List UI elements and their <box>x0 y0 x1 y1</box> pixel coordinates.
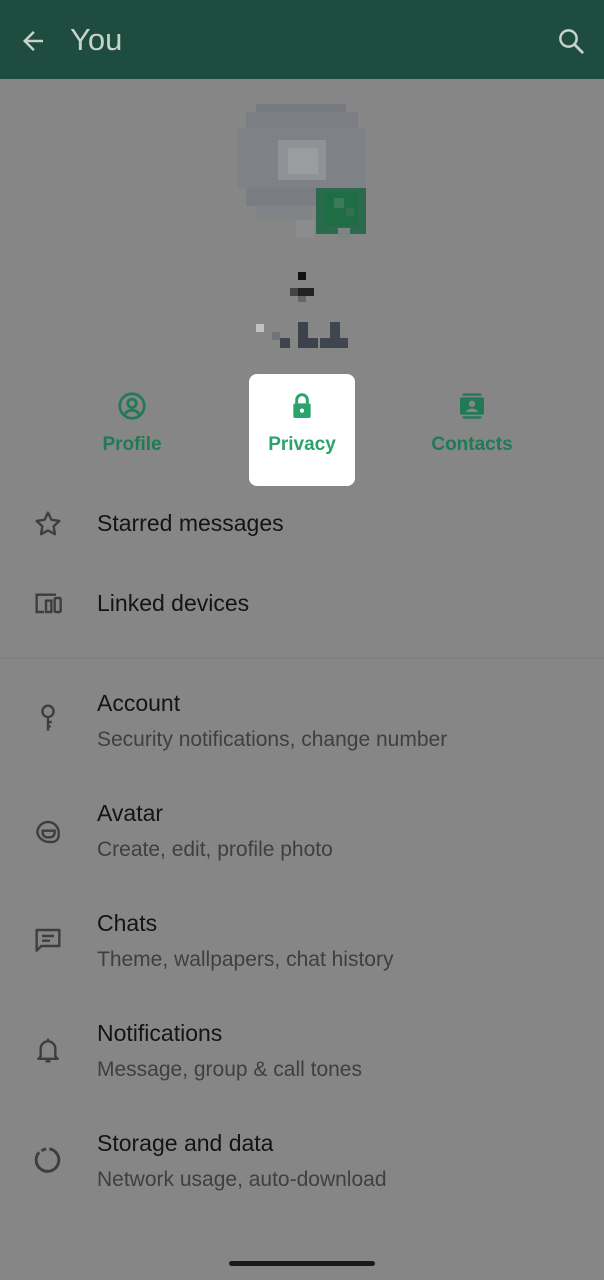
settings-item-storage[interactable]: Storage and data Network usage, auto-dow… <box>0 1118 604 1208</box>
profile-name-obscured <box>250 272 354 352</box>
avatar-face-icon <box>36 820 60 844</box>
settings-item-notifications[interactable]: Notifications Message, group & call tone… <box>0 1008 604 1098</box>
section-divider <box>0 658 604 659</box>
tab-privacy-label: Privacy <box>268 434 336 455</box>
list-item-linked-devices[interactable]: Linked devices <box>0 574 604 634</box>
search-icon[interactable] <box>556 26 586 56</box>
storage-ring-icon <box>34 1147 61 1173</box>
account-circle-icon <box>118 392 146 420</box>
tab-profile[interactable]: Profile <box>79 374 185 486</box>
app-bar: You <box>0 0 604 79</box>
starred-messages-label: Starred messages <box>97 510 284 536</box>
settings-item-account[interactable]: Account Security notifications, change n… <box>0 678 604 768</box>
star-icon <box>35 511 61 536</box>
contacts-icon <box>460 393 484 419</box>
settings-item-chats[interactable]: Chats Theme, wallpapers, chat history <box>0 898 604 988</box>
list-item-starred-messages[interactable]: Starred messages <box>0 494 604 554</box>
tab-privacy[interactable]: Privacy <box>249 374 355 486</box>
avatar-label: Avatar <box>97 800 164 826</box>
arrow-left-icon[interactable] <box>18 26 48 56</box>
chat-icon <box>35 928 61 952</box>
key-icon <box>41 704 55 731</box>
notifications-subtitle: Message, group & call tones <box>97 1058 362 1081</box>
tab-contacts[interactable]: Contacts <box>419 374 525 486</box>
profile-avatar[interactable] <box>238 104 366 240</box>
page-title: You <box>70 22 123 57</box>
avatar-photo <box>238 104 366 238</box>
notifications-label: Notifications <box>97 1020 223 1046</box>
chats-label: Chats <box>97 910 158 936</box>
tab-contacts-label: Contacts <box>431 434 513 455</box>
linked-devices-label: Linked devices <box>97 590 250 616</box>
storage-subtitle: Network usage, auto-download <box>97 1168 387 1191</box>
account-subtitle: Security notifications, change number <box>97 728 448 751</box>
devices-icon <box>35 593 62 614</box>
tab-profile-label: Profile <box>102 434 162 455</box>
avatar-subtitle: Create, edit, profile photo <box>97 838 333 861</box>
gesture-nav-handle[interactable] <box>229 1261 375 1266</box>
storage-label: Storage and data <box>97 1130 274 1156</box>
chats-subtitle: Theme, wallpapers, chat history <box>97 948 394 971</box>
lock-icon <box>293 393 311 418</box>
account-label: Account <box>97 690 181 716</box>
settings-item-avatar[interactable]: Avatar Create, edit, profile photo <box>0 788 604 878</box>
bell-icon <box>37 1038 59 1063</box>
